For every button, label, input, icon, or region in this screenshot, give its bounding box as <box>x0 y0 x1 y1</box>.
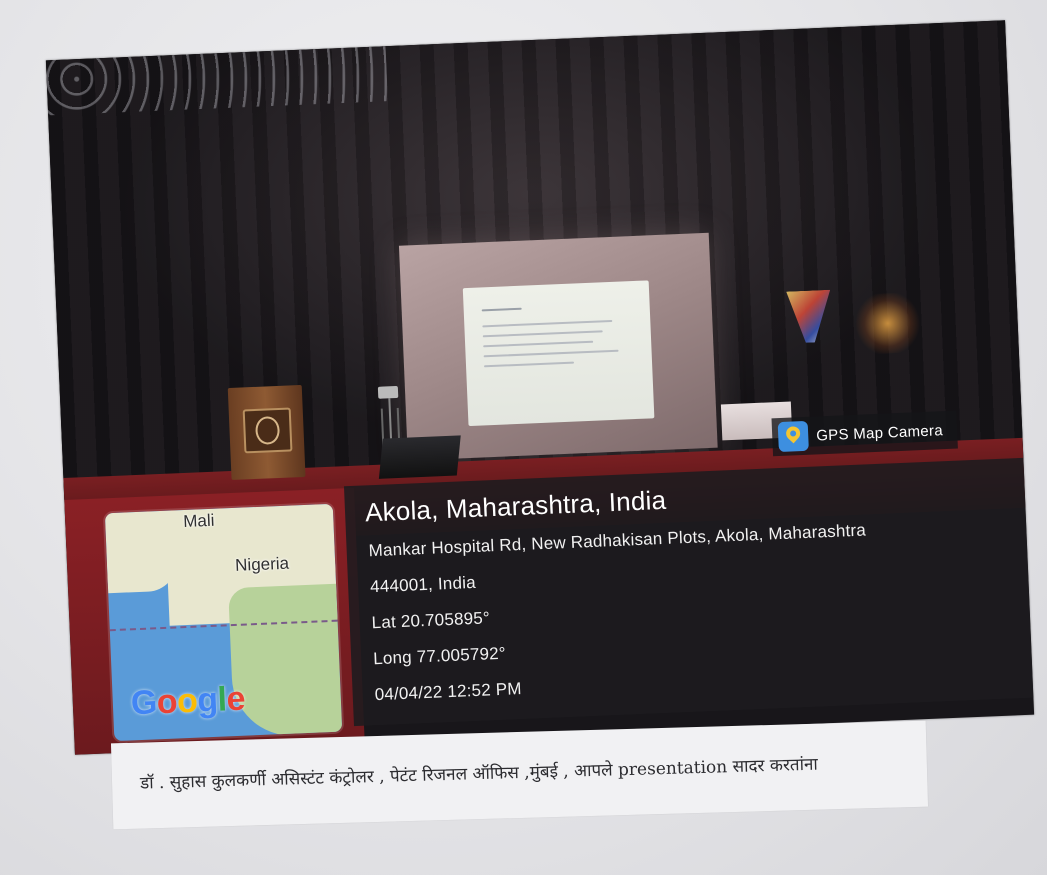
presentation-slide <box>462 280 655 427</box>
map-label-mali: Mali <box>182 510 215 532</box>
stage-speaker <box>378 435 461 479</box>
map-label-nigeria: Nigeria <box>234 553 290 575</box>
gps-app-name: GPS Map Camera <box>815 421 944 444</box>
video-camera <box>377 385 399 399</box>
event-photo: GPS Map Camera Mali Nigeria Google Akola… <box>45 20 1035 755</box>
podium-emblem <box>242 407 293 454</box>
location-map: Mali Nigeria Google <box>104 503 343 742</box>
podium <box>227 384 306 480</box>
google-logo: Google <box>130 679 246 723</box>
gps-map-camera-icon <box>777 420 809 453</box>
gps-app-badge: GPS Map Camera <box>771 410 958 457</box>
photo-caption: डॉ . सुहास कुलकर्णी असिस्टंट कंट्रोलर , … <box>139 754 819 794</box>
projection-screen <box>398 232 718 461</box>
oil-lamp <box>851 291 924 355</box>
